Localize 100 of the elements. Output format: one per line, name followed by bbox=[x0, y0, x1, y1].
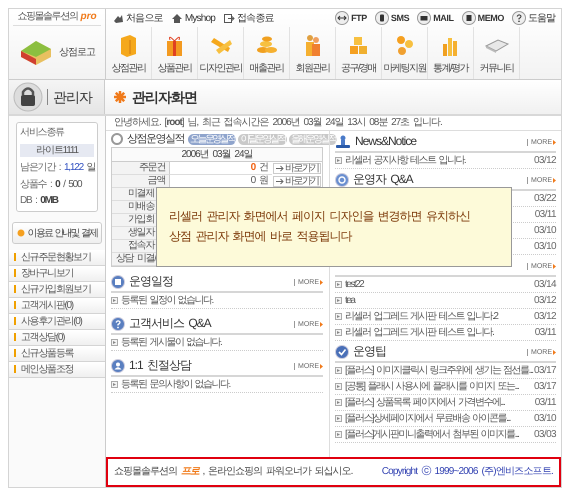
arrows-icon bbox=[335, 11, 350, 25]
post-link[interactable]: [공통] 플래시 사용시에 플래시를 이미지 또는... bbox=[345, 381, 531, 392]
toolbar-button[interactable]: FTP bbox=[335, 11, 367, 25]
top-link[interactable]: 처음으로 bbox=[112, 11, 163, 25]
toolbar-button[interactable]: MAIL bbox=[417, 11, 454, 25]
greeting-text: 안녕하세요. [root] 님, 최근 접속시간은 2006년 03월 24일 13시 08분 27초 입니다. bbox=[106, 116, 561, 131]
nav-item[interactable]: 공구/경매 bbox=[336, 27, 382, 79]
top-link[interactable]: 접속종료 bbox=[223, 11, 274, 25]
post-date: 03/12 bbox=[534, 155, 556, 166]
brand-text: 쇼핑몰솔루션의 bbox=[17, 11, 78, 22]
post-date: 03/14 bbox=[534, 279, 556, 290]
toolbar-button[interactable]: 도움말 bbox=[512, 11, 555, 25]
sidebar-item[interactable]: 신규주문현황보기 bbox=[9, 250, 105, 266]
bullet-box-icon bbox=[335, 415, 342, 422]
bullet-box-icon bbox=[111, 297, 118, 304]
post-date: 03/10 bbox=[534, 413, 556, 424]
post-link[interactable]: [플러스]상세페이지에서 무료배송 아이콘를... bbox=[345, 413, 531, 424]
phone-icon bbox=[374, 11, 389, 25]
post-date: 03/11 bbox=[534, 397, 556, 408]
person-icon bbox=[111, 359, 125, 373]
check-icon bbox=[335, 345, 349, 359]
nav-item[interactable]: 상품관리 bbox=[152, 27, 198, 79]
post-link[interactable]: [플러스] 상품목록 페이지에서 가격변수에... bbox=[345, 397, 532, 408]
post-date: 03/11 bbox=[534, 327, 556, 338]
bullet-box-icon bbox=[335, 329, 342, 336]
stat-text: 남은기간 : 1,122 일 bbox=[20, 162, 94, 174]
go-button[interactable]: 바로가기 bbox=[273, 176, 321, 187]
post-date: 03/22 bbox=[534, 193, 556, 204]
sidebar-item[interactable]: 사용후기관리(0) bbox=[9, 314, 105, 330]
table-cell: 주문건 bbox=[112, 162, 170, 175]
home-icon bbox=[170, 12, 183, 24]
help-icon bbox=[512, 11, 526, 25]
post-date: 03/10 bbox=[534, 241, 556, 252]
sidebar-item[interactable]: 고객게시판(0) bbox=[9, 298, 105, 314]
empty-message: 등록된 문의사항이 없습니다. bbox=[121, 379, 232, 390]
pro-label: pro bbox=[80, 11, 97, 22]
bullet-box-icon bbox=[335, 399, 342, 406]
empty-message: 등록된 게시물이 없습니다. bbox=[121, 337, 223, 348]
bullet-box-icon bbox=[335, 313, 342, 320]
stat-text: DB : 0MB bbox=[20, 195, 60, 206]
top-link[interactable]: Myshop bbox=[170, 12, 216, 24]
bullet-box-icon bbox=[335, 431, 342, 438]
post-link[interactable]: tea bbox=[345, 295, 531, 306]
question-icon bbox=[111, 317, 125, 331]
arrow-icon bbox=[553, 140, 556, 144]
table-cell: 금액 bbox=[112, 175, 170, 188]
sidebar-item[interactable]: 신규상품등록 bbox=[9, 346, 105, 362]
section-title: 운영팁 bbox=[353, 345, 386, 359]
bullet-box-icon bbox=[335, 383, 342, 390]
padlock-icon bbox=[13, 82, 43, 112]
slogan-text: 쇼핑몰솔루션의 프로 , 온라인쇼핑의 파워오너가 되십시오. bbox=[114, 466, 352, 478]
post-date: 03/12 bbox=[534, 311, 556, 322]
nav-item[interactable]: 마케팅지원 bbox=[382, 27, 428, 79]
section-title: 운영일정 bbox=[129, 275, 173, 289]
bullet-box-icon bbox=[111, 381, 118, 388]
notice-text: 상점 관리자 화면에 바로 적용됩니다 bbox=[169, 230, 352, 244]
sidebar-item[interactable]: 장바구니보기 bbox=[9, 266, 105, 282]
section-title: News&Notice bbox=[355, 135, 416, 149]
post-date: 03/03 bbox=[534, 429, 556, 440]
section-title: 고객서비스 Q&A bbox=[129, 317, 211, 331]
bullet-box-icon bbox=[335, 367, 342, 374]
nav-item[interactable]: 매출관리 bbox=[244, 27, 290, 79]
payment-button[interactable]: 이용료 안내및 결제 bbox=[12, 222, 102, 244]
nav-item[interactable]: 통계/평가 bbox=[428, 27, 474, 79]
post-link[interactable]: 리셀러 공지사항 테스트 입니다. bbox=[345, 155, 531, 166]
arrow-icon bbox=[320, 280, 323, 284]
post-link[interactable]: 리셀러 업그레드 게시판 테스트 입니다. bbox=[345, 327, 532, 338]
stat-text: 상품수 : 0 / 500 bbox=[20, 178, 83, 190]
toolbar-button[interactable]: SMS bbox=[374, 11, 410, 25]
bullet-box-icon bbox=[111, 339, 118, 346]
service-value: 라이트1111 bbox=[20, 144, 94, 157]
sidebar-item[interactable]: 고객상담(0) bbox=[9, 330, 105, 346]
post-link[interactable]: [플러스]게시판미니출력에서 첨부된 이미지를... bbox=[345, 429, 531, 440]
arrow-icon bbox=[320, 364, 323, 368]
service-label: 서비스종류 bbox=[20, 127, 66, 138]
nav-item[interactable]: 상점관리 bbox=[106, 27, 152, 79]
post-date: 03/12 bbox=[534, 295, 556, 306]
bullet-box-icon bbox=[335, 281, 342, 288]
arrow-icon bbox=[553, 350, 556, 354]
go-button[interactable]: 바로가기 bbox=[273, 163, 321, 174]
post-link[interactable]: [플러스] 이미지클릭시 링크주위에 생기는 점선를... bbox=[345, 365, 531, 376]
arrow-icon bbox=[553, 264, 556, 268]
exit-icon bbox=[223, 12, 236, 24]
bullet-box-icon bbox=[335, 157, 342, 164]
post-date: 03/17 bbox=[534, 365, 556, 376]
post-link[interactable]: 리셀러 업그레드 게시판 테스트 입니다.2 bbox=[345, 311, 531, 322]
section-title: 1:1 친절상담 bbox=[129, 359, 192, 373]
section-title: 상점운영실적 bbox=[127, 132, 184, 146]
arrow-icon bbox=[276, 165, 284, 172]
post-link[interactable]: test22 bbox=[345, 279, 531, 290]
sidebar-item[interactable]: 신규가입회원보기 bbox=[9, 282, 105, 298]
nav-item[interactable]: 커뮤니티 bbox=[474, 27, 520, 79]
arrow-icon bbox=[276, 178, 284, 185]
mail-icon bbox=[417, 11, 432, 25]
toolbar-button[interactable]: MEMO bbox=[462, 11, 504, 25]
page-title: 관리자화면 bbox=[132, 88, 197, 106]
nav-item[interactable]: 디자인관리 bbox=[198, 27, 244, 79]
sidebar-item[interactable]: 메인상품조정 bbox=[9, 362, 105, 378]
empty-message: 등록된 일정이 없습니다. bbox=[121, 295, 214, 306]
nav-item[interactable]: 회원관리 bbox=[290, 27, 336, 79]
